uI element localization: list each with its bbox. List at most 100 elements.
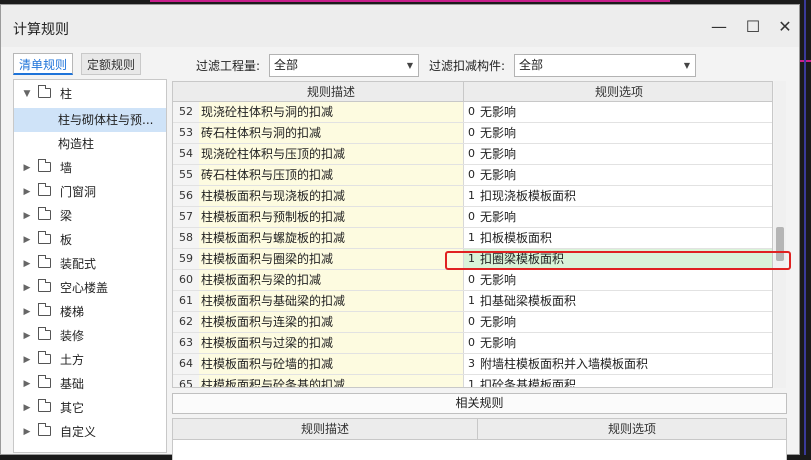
- tree-item-label: 其它: [60, 401, 85, 415]
- selection-highlight-box: [445, 251, 791, 270]
- chevron-right-icon[interactable]: ▶: [22, 396, 32, 420]
- tree-item-column[interactable]: ▼ 柱: [14, 82, 166, 106]
- rule-option[interactable]: 0 无影响: [464, 123, 772, 143]
- maximize-button[interactable]: ☐: [741, 15, 765, 39]
- chevron-right-icon[interactable]: ▶: [22, 372, 32, 396]
- rule-option[interactable]: 1 扣现浇板模板面积: [464, 186, 772, 206]
- tree-item-slab[interactable]: ▶ 板: [14, 228, 166, 252]
- rule-option[interactable]: 0 无影响: [464, 312, 772, 332]
- tree-item-constructional-column[interactable]: 构造柱: [14, 132, 166, 156]
- option-code: 0: [468, 315, 475, 328]
- rule-option[interactable]: 0 无影响: [464, 102, 772, 122]
- option-text: 无影响: [480, 168, 517, 182]
- rule-description: 柱模板面积与基础梁的扣减: [199, 291, 464, 311]
- table-row[interactable]: 64 柱模板面积与砼墙的扣减 3 附墙柱模板面积并入墙模板面积: [173, 354, 772, 375]
- table-row[interactable]: 55 砖石柱体积与压顶的扣减 0 无影响: [173, 165, 772, 186]
- tree-item-other[interactable]: ▶ 其它: [14, 396, 166, 420]
- header-description[interactable]: 规则描述: [199, 82, 464, 102]
- tree-item-beam[interactable]: ▶ 梁: [14, 204, 166, 228]
- header-option[interactable]: 规则选项: [464, 82, 772, 102]
- option-text: 无影响: [480, 315, 517, 329]
- tree-item-wall[interactable]: ▶ 墙: [14, 156, 166, 180]
- filter-quantity-select[interactable]: 全部 ▼: [269, 54, 419, 77]
- folder-icon: [38, 255, 51, 268]
- tree-item-label: 柱与砌体柱与预...: [58, 113, 154, 127]
- table-row[interactable]: 58 柱模板面积与螺旋板的扣减 1 扣板模板面积: [173, 228, 772, 249]
- row-number: 60: [173, 270, 200, 290]
- table-row[interactable]: 54 现浇砼柱体积与压顶的扣减 0 无影响: [173, 144, 772, 165]
- tree-item-column-masonry[interactable]: 柱与砌体柱与预...: [14, 108, 166, 132]
- tree-item-label: 自定义: [60, 425, 97, 439]
- chevron-right-icon[interactable]: ▶: [22, 228, 32, 252]
- tab-bill-rules[interactable]: 清单规则: [13, 53, 73, 75]
- chevron-right-icon[interactable]: ▶: [22, 252, 32, 276]
- tree-item-stairs[interactable]: ▶ 楼梯: [14, 300, 166, 324]
- related-rules-button[interactable]: 相关规则: [172, 393, 787, 414]
- filter-deduct-label: 过滤扣减构件:: [429, 59, 506, 73]
- rule-description: 砖石柱体积与洞的扣减: [199, 123, 464, 143]
- minimize-button[interactable]: —: [707, 15, 731, 39]
- folder-icon: [38, 207, 51, 220]
- tree-item-earthwork[interactable]: ▶ 土方: [14, 348, 166, 372]
- rule-option[interactable]: 0 无影响: [464, 333, 772, 353]
- tree-item-label: 土方: [60, 353, 85, 367]
- chevron-down-icon: ▼: [683, 61, 690, 70]
- tree-item-prefab[interactable]: ▶ 装配式: [14, 252, 166, 276]
- table-row[interactable]: 63 柱模板面积与过梁的扣减 0 无影响: [173, 333, 772, 354]
- rule-option[interactable]: 0 无影响: [464, 144, 772, 164]
- chevron-right-icon[interactable]: ▶: [22, 420, 32, 444]
- row-number: 64: [173, 354, 200, 374]
- table-row[interactable]: 61 柱模板面积与基础梁的扣减 1 扣基础梁模板面积: [173, 291, 772, 312]
- table-row[interactable]: 65 柱模板面积与砼条基的扣减 1 扣砼条基模板面积: [173, 375, 772, 387]
- rule-description: 柱模板面积与砼条基的扣减: [199, 375, 464, 387]
- rule-option[interactable]: 1 扣基础梁模板面积: [464, 291, 772, 311]
- folder-icon: [38, 159, 51, 172]
- tree-item-label: 空心楼盖: [60, 281, 109, 295]
- backdrop-line: [150, 0, 670, 2]
- rule-description: 柱模板面积与连梁的扣减: [199, 312, 464, 332]
- close-button[interactable]: ✕: [773, 15, 797, 39]
- table-row[interactable]: 56 柱模板面积与现浇板的扣减 1 扣现浇板模板面积: [173, 186, 772, 207]
- table-row[interactable]: 60 柱模板面积与梁的扣减 0 无影响: [173, 270, 772, 291]
- rule-option[interactable]: 1 扣砼条基模板面积: [464, 375, 772, 387]
- rule-option[interactable]: 1 扣板模板面积: [464, 228, 772, 248]
- table-row[interactable]: 57 柱模板面积与预制板的扣减 0 无影响: [173, 207, 772, 228]
- tree-item-decoration[interactable]: ▶ 装修: [14, 324, 166, 348]
- title-bar[interactable]: 计算规则 — ☐ ✕: [1, 5, 799, 47]
- grid-scrollbar[interactable]: [774, 81, 786, 388]
- rules-grid: 规则描述 规则选项 52 现浇砼柱体积与洞的扣减 0 无影响 53 砖石柱体积与洞的扣减 0…: [172, 81, 773, 388]
- row-number: 53: [173, 123, 200, 143]
- tab-quota-rules[interactable]: 定额规则: [81, 53, 141, 75]
- row-number: 58: [173, 228, 200, 248]
- rule-option[interactable]: 0 无影响: [464, 207, 772, 227]
- table-row[interactable]: 53 砖石柱体积与洞的扣减 0 无影响: [173, 123, 772, 144]
- header-row-number: [173, 82, 199, 102]
- tree-item-hollow-floor[interactable]: ▶ 空心楼盖: [14, 276, 166, 300]
- chevron-right-icon[interactable]: ▶: [22, 324, 32, 348]
- table-row[interactable]: 52 现浇砼柱体积与洞的扣减 0 无影响: [173, 102, 772, 123]
- row-number: 65: [173, 375, 200, 387]
- filter-deduct-select[interactable]: 全部 ▼: [514, 54, 696, 77]
- chevron-right-icon[interactable]: ▶: [22, 180, 32, 204]
- chevron-down-icon[interactable]: ▼: [22, 82, 32, 106]
- rule-option[interactable]: 0 无影响: [464, 165, 772, 185]
- tree-item-label: 基础: [60, 377, 85, 391]
- rule-description: 柱模板面积与梁的扣减: [199, 270, 464, 290]
- tree-item-door-window[interactable]: ▶ 门窗洞: [14, 180, 166, 204]
- option-text: 附墙柱模板面积并入墙模板面积: [480, 357, 649, 371]
- rule-option[interactable]: 3 附墙柱模板面积并入墙模板面积: [464, 354, 772, 374]
- chevron-right-icon[interactable]: ▶: [22, 348, 32, 372]
- tree-item-custom[interactable]: ▶ 自定义: [14, 420, 166, 444]
- table-row[interactable]: 62 柱模板面积与连梁的扣减 0 无影响: [173, 312, 772, 333]
- rule-option[interactable]: 0 无影响: [464, 270, 772, 290]
- chevron-right-icon[interactable]: ▶: [22, 204, 32, 228]
- chevron-right-icon[interactable]: ▶: [22, 300, 32, 324]
- chevron-right-icon[interactable]: ▶: [22, 156, 32, 180]
- component-tree: ▼ 柱 柱与砌体柱与预... 构造柱 ▶ 墙 ▶ 门窗洞 ▶ 梁 ▶ 板 ▶ 装…: [13, 79, 167, 453]
- chevron-right-icon[interactable]: ▶: [22, 276, 32, 300]
- folder-icon: [38, 279, 51, 292]
- row-number: 56: [173, 186, 200, 206]
- folder-icon: [38, 375, 51, 388]
- backdrop-line: [804, 0, 806, 455]
- tree-item-foundation[interactable]: ▶ 基础: [14, 372, 166, 396]
